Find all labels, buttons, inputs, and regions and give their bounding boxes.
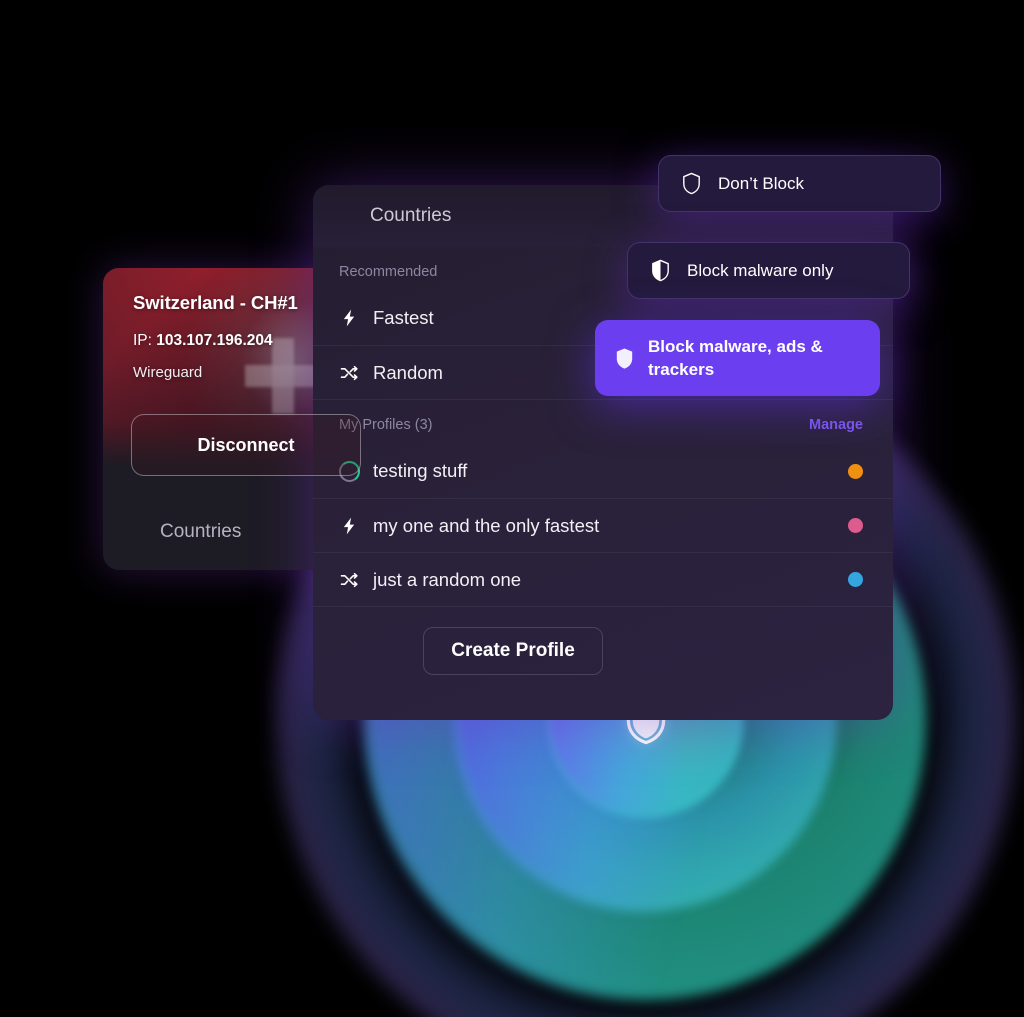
manage-profiles-link[interactable]: Manage (809, 417, 863, 433)
block-mode-option-block-malware-only[interactable]: Block malware only (627, 242, 910, 299)
left-card-countries-row[interactable]: Countries (103, 494, 353, 570)
disconnect-button[interactable]: Disconnect (131, 414, 361, 476)
block-mode-option-dont-block[interactable]: Don’t Block (658, 155, 941, 212)
left-card-countries-label: Countries (160, 521, 242, 542)
block-mode-option-label: Block malware, ads & trackers (648, 336, 823, 379)
shield-outline-icon (681, 172, 702, 195)
profile-row[interactable]: just a random one (313, 552, 893, 606)
list-divider (313, 606, 893, 607)
block-mode-option-label: Don’t Block (718, 173, 804, 193)
server-name-label: Switzerland - CH#1 (133, 292, 298, 313)
screenshot-root: Switzerland - CH#1 IP: 103.107.196.204 W… (0, 0, 1024, 1017)
create-profile-button[interactable]: Create Profile (423, 627, 603, 675)
profile-color-dot (848, 518, 863, 533)
profile-color-dot (848, 572, 863, 587)
profile-row[interactable]: testing stuff (313, 444, 893, 498)
protocol-label: Wireguard (133, 364, 203, 381)
block-mode-option-block-all[interactable]: Block malware, ads & trackers (595, 320, 880, 396)
page-title: Countries (370, 205, 452, 226)
create-profile-button-label: Create Profile (451, 640, 575, 661)
ip-address-row: IP: 103.107.196.204 (133, 332, 353, 350)
profile-color-dot (848, 463, 863, 479)
profile-label: my one and the only fastest (373, 514, 600, 536)
shuffle-icon (339, 570, 373, 590)
shield-filled-icon (614, 347, 635, 370)
ip-label: IP: (133, 332, 152, 349)
profile-label: just a random one (373, 568, 522, 590)
block-mode-option-label: Block malware only (687, 260, 834, 280)
disconnect-button-label: Disconnect (197, 434, 295, 455)
profile-row[interactable]: my one and the only fastest (313, 498, 893, 552)
shield-half-icon (650, 259, 671, 282)
ip-value: 103.107.196.204 (156, 332, 273, 349)
profile-label: testing stuff (373, 460, 468, 481)
profiles-section-header: My Profiles (3) Manage (313, 399, 893, 444)
